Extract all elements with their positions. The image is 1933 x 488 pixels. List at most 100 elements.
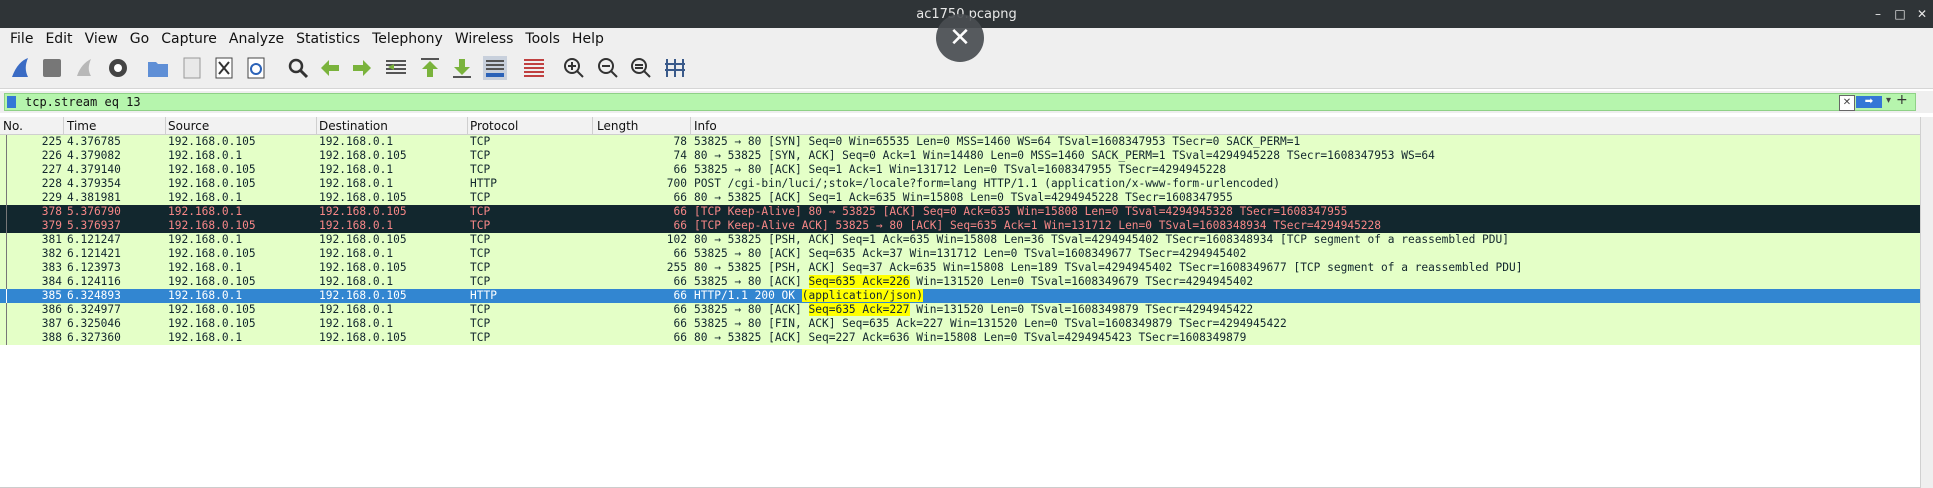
packet-proto: TCP — [470, 275, 491, 288]
packet-src: 192.168.0.105 — [168, 219, 256, 232]
colorize-icon[interactable] — [522, 56, 546, 80]
packet-proto: TCP — [470, 149, 491, 162]
menu-analyze[interactable]: Analyze — [229, 31, 284, 50]
col-time[interactable]: Time — [67, 119, 96, 133]
packet-row[interactable]: 385 6.324893 192.168.0.1 192.168.0.105 HTTP 6… — [0, 289, 1920, 303]
reload-icon[interactable] — [244, 56, 268, 80]
clear-filter-button[interactable]: ✕ — [1839, 95, 1855, 111]
bookmark-icon[interactable] — [7, 96, 16, 108]
menu-file[interactable]: File — [10, 31, 33, 50]
overlay-close-button[interactable]: ✕ — [936, 14, 984, 62]
zoom-out-icon[interactable] — [596, 56, 620, 80]
packet-row[interactable]: 378 5.376790 192.168.0.1 192.168.0.105 TCP 66… — [0, 205, 1920, 219]
go-forward-icon[interactable] — [350, 56, 374, 80]
packet-dst: 192.168.0.105 — [319, 191, 407, 204]
packet-len: 66 — [673, 317, 687, 330]
packet-row[interactable]: 384 6.124116 192.168.0.105 192.168.0.1 TCP 66… — [0, 275, 1920, 289]
packet-row[interactable]: 227 4.379140 192.168.0.105 192.168.0.1 TCP 66… — [0, 163, 1920, 177]
packet-dst: 192.168.0.105 — [319, 149, 407, 162]
options-gear-icon[interactable] — [106, 56, 130, 80]
col-protocol[interactable]: Protocol — [470, 119, 518, 133]
col-info[interactable]: Info — [694, 119, 717, 133]
go-back-icon[interactable] — [318, 56, 342, 80]
packet-row[interactable]: 229 4.381981 192.168.0.1 192.168.0.105 TCP 66… — [0, 191, 1920, 205]
menu-tools[interactable]: Tools — [525, 31, 560, 50]
stop-icon[interactable] — [40, 56, 64, 80]
packet-info: 53825 → 80 [FIN, ACK] Seq=635 Ack=227 Wi… — [694, 317, 1287, 330]
apply-filter-button[interactable]: ➡ — [1856, 96, 1882, 108]
packet-row[interactable]: 386 6.324977 192.168.0.105 192.168.0.1 TCP 66… — [0, 303, 1920, 317]
go-to-packet-icon[interactable] — [384, 56, 408, 80]
zoom-in-icon[interactable] — [562, 56, 586, 80]
save-file-icon[interactable] — [180, 56, 204, 80]
packet-src: 192.168.0.105 — [168, 317, 256, 330]
packet-row[interactable]: 225 4.376785 192.168.0.105 192.168.0.1 TCP 78… — [0, 135, 1920, 149]
packet-src: 192.168.0.105 — [168, 247, 256, 260]
packet-row[interactable]: 228 4.379354 192.168.0.105 192.168.0.1 HTTP 7… — [0, 177, 1920, 191]
menu-help[interactable]: Help — [572, 31, 604, 50]
resize-columns-icon[interactable] — [663, 56, 687, 80]
col-no[interactable]: No. — [3, 119, 23, 133]
packet-info-part: 53825 → 80 [ACK] — [694, 303, 809, 316]
autoscroll-icon[interactable] — [483, 56, 507, 80]
search-highlight: (application/json) — [801, 289, 924, 302]
restart-icon[interactable] — [72, 56, 96, 80]
filter-text[interactable]: tcp.stream eq 13 — [25, 95, 141, 109]
packet-dst: 192.168.0.1 — [319, 135, 394, 148]
open-folder-icon[interactable] — [146, 56, 170, 80]
packet-no: 384 — [41, 275, 62, 288]
packet-no: 228 — [41, 177, 62, 190]
close-file-icon[interactable] — [212, 56, 236, 80]
packet-no: 385 — [41, 289, 62, 302]
packet-row[interactable]: 379 5.376937 192.168.0.105 192.168.0.1 TCP 66… — [0, 219, 1920, 233]
packet-info-part: Win=131520 Len=0 TSval=1608349879 TSecr=… — [909, 303, 1254, 316]
packet-row[interactable]: 381 6.121247 192.168.0.1 192.168.0.105 TCP 10… — [0, 233, 1920, 247]
close-window-button[interactable]: ✕ — [1911, 0, 1933, 28]
filter-history-dropdown[interactable]: ▾ — [1886, 95, 1891, 106]
menu-go[interactable]: Go — [130, 31, 149, 50]
zoom-normal-icon[interactable] — [629, 56, 653, 80]
packet-info: 53825 → 80 [ACK] Seq=635 Ack=37 Win=1317… — [694, 247, 1247, 260]
packet-row[interactable]: 388 6.327360 192.168.0.1 192.168.0.105 TCP 66… — [0, 331, 1920, 345]
col-destination[interactable]: Destination — [319, 119, 388, 133]
find-icon[interactable] — [286, 56, 310, 80]
packet-len: 74 — [673, 149, 687, 162]
packet-time: 4.379354 — [67, 177, 121, 190]
menu-edit[interactable]: Edit — [45, 31, 72, 50]
packet-time: 6.324893 — [67, 289, 121, 302]
packet-src: 192.168.0.1 — [168, 149, 243, 162]
maximize-button[interactable]: □ — [1889, 0, 1911, 28]
packet-src: 192.168.0.1 — [168, 191, 243, 204]
menu-statistics[interactable]: Statistics — [296, 31, 360, 50]
display-filter-input[interactable]: tcp.stream eq 13 ✕ ➡ ▾ — [4, 93, 1916, 111]
col-source[interactable]: Source — [168, 119, 209, 133]
menu-capture[interactable]: Capture — [161, 31, 217, 50]
packet-row[interactable]: 387 6.325046 192.168.0.105 192.168.0.1 TCP 66… — [0, 317, 1920, 331]
menu-telephony[interactable]: Telephony — [372, 31, 443, 50]
search-highlight: Seq=635 Ack=226 — [808, 275, 910, 288]
menu-wireless[interactable]: Wireless — [455, 31, 514, 50]
packet-row[interactable]: 382 6.121421 192.168.0.105 192.168.0.1 TCP 66… — [0, 247, 1920, 261]
shark-fin-start-icon[interactable] — [8, 56, 32, 80]
minimize-button[interactable]: – — [1867, 0, 1889, 28]
packet-dst: 192.168.0.1 — [319, 163, 394, 176]
col-length[interactable]: Length — [597, 119, 638, 133]
packet-no: 225 — [41, 135, 62, 148]
packet-row[interactable]: 383 6.123973 192.168.0.1 192.168.0.105 TCP 25… — [0, 261, 1920, 275]
add-filter-button[interactable]: + — [1896, 92, 1908, 108]
packet-dst: 192.168.0.105 — [319, 233, 407, 246]
go-first-icon[interactable] — [418, 56, 442, 80]
packet-time: 6.324977 — [67, 303, 121, 316]
search-highlight: Seq=635 Ack=227 — [808, 303, 910, 316]
packet-src: 192.168.0.1 — [168, 331, 243, 344]
go-last-icon[interactable] — [450, 56, 474, 80]
packet-len: 66 — [673, 163, 687, 176]
packet-len: 66 — [673, 331, 687, 344]
packet-list-header: No. Time Source Destination Protocol Len… — [0, 117, 1920, 135]
packet-time: 5.376790 — [67, 205, 121, 218]
packet-time: 4.379082 — [67, 149, 121, 162]
packet-list-scrollbar[interactable] — [1920, 117, 1933, 488]
packet-row[interactable]: 226 4.379082 192.168.0.1 192.168.0.105 TCP 74… — [0, 149, 1920, 163]
packet-len: 66 — [673, 191, 687, 204]
menu-view[interactable]: View — [85, 31, 118, 50]
